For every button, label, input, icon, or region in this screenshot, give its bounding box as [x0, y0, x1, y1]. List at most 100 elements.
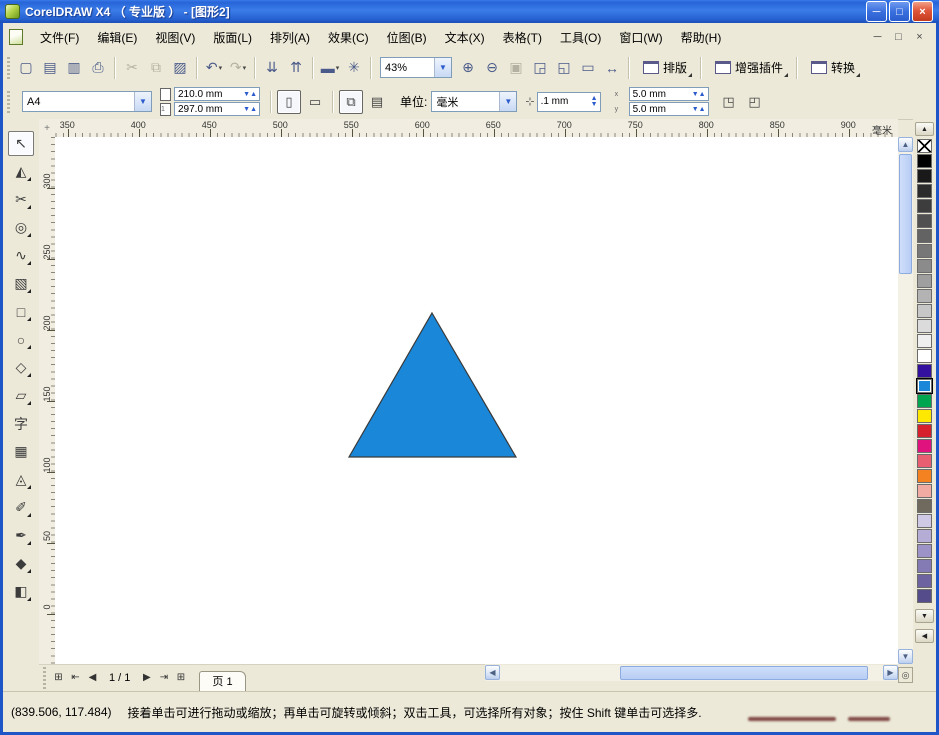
menu-item-5[interactable]: 排列(A)	[261, 25, 319, 50]
snap-to-grid-button[interactable]: ◳	[717, 90, 741, 114]
chevron-down-icon[interactable]: ▼	[134, 92, 151, 111]
import-icon[interactable]: ⇊	[260, 56, 284, 80]
navigator-icon[interactable]: ◎	[898, 667, 913, 683]
color-swatch-gray-7[interactable]	[917, 274, 932, 288]
menu-item-11[interactable]: 窗口(W)	[610, 25, 671, 50]
color-swatch-gray-6[interactable]	[917, 259, 932, 273]
color-swatch-taupe[interactable]	[917, 499, 932, 513]
menu-item-9[interactable]: 表格(T)	[494, 25, 551, 50]
scroll-up-icon[interactable]: ▲	[898, 137, 913, 152]
menu-item-1[interactable]: 文件(F)	[31, 25, 88, 50]
color-swatch-gray-2[interactable]	[917, 199, 932, 213]
scroll-left-icon[interactable]: ◀	[485, 665, 500, 680]
color-swatch-white[interactable]	[917, 349, 932, 363]
toolbar-grip[interactable]	[7, 57, 10, 79]
add-page-icon[interactable]: ⊞	[50, 669, 67, 687]
interactive-fill-tool-icon[interactable]: ◧	[8, 579, 34, 604]
chevron-down-icon[interactable]: ▾	[336, 64, 340, 72]
title-bar[interactable]: CorelDRAW X4 （ 专业版 ） - [图形2] ─□×	[0, 0, 939, 23]
document-icon[interactable]	[9, 29, 23, 45]
plugin-button-1[interactable]: 排版	[636, 56, 694, 79]
menu-item-3[interactable]: 视图(V)	[146, 25, 204, 50]
color-swatch-lavender-2[interactable]	[917, 529, 932, 543]
color-swatch-black[interactable]	[917, 154, 932, 168]
triangle-shape[interactable]	[349, 313, 516, 457]
treat-as-filled-button[interactable]: ◰	[743, 90, 767, 114]
scrollbar-thumb[interactable]	[620, 666, 868, 680]
eyedropper-tool-icon[interactable]: ✐	[8, 495, 34, 520]
color-swatch-lavender-1[interactable]	[917, 514, 932, 528]
palette-scroll-up-icon[interactable]: ▲	[915, 122, 934, 136]
polygon-tool-icon[interactable]: ◇	[8, 355, 34, 380]
color-swatch-magenta[interactable]	[917, 439, 932, 453]
menu-item-10[interactable]: 工具(O)	[551, 25, 610, 50]
undo-icon[interactable]: ↶▾	[202, 56, 226, 80]
basic-shapes-tool-icon[interactable]: ▱	[8, 383, 34, 408]
outline-pen-tool-icon[interactable]: ✒	[8, 523, 34, 548]
color-swatch-gray-1[interactable]	[917, 184, 932, 198]
spinner-arrows-icon[interactable]: ▼▲	[692, 106, 708, 113]
color-swatch-green[interactable]	[917, 394, 932, 408]
ruler-origin-button[interactable]: +	[39, 119, 56, 138]
text-tool-icon[interactable]: 字	[8, 411, 34, 436]
smart-fill-tool-icon[interactable]: ▧	[8, 271, 34, 296]
color-swatch-pink-red[interactable]	[917, 454, 932, 468]
spinner-arrows-icon[interactable]: ▼▲	[243, 106, 259, 113]
vertical-ruler[interactable]: 300250200150100500	[39, 137, 56, 664]
toolbar-grip[interactable]	[7, 91, 10, 113]
menu-item-4[interactable]: 版面(L)	[204, 25, 261, 50]
child-close-button[interactable]: ×	[911, 30, 928, 45]
vertical-scrollbar[interactable]: ▲ ▼	[898, 137, 913, 664]
next-page-icon[interactable]: ▶	[138, 669, 155, 687]
export-icon[interactable]: ⇈	[284, 56, 308, 80]
color-swatch-90-black[interactable]	[917, 169, 932, 183]
color-swatch-lavender-3[interactable]	[917, 544, 932, 558]
plugin-button-2[interactable]: 增强插件	[708, 56, 790, 79]
zoom-in-icon[interactable]: ⊕	[456, 56, 480, 80]
menu-item-6[interactable]: 效果(C)	[319, 25, 378, 50]
color-swatch-gray-8[interactable]	[917, 289, 932, 303]
table-tool-icon[interactable]: ▦	[8, 439, 34, 464]
color-swatch-gray-5[interactable]	[917, 244, 932, 258]
spinner-arrows-icon[interactable]: ▲▼	[591, 96, 600, 107]
new-icon[interactable]: ▢	[14, 56, 38, 80]
color-swatch-gray-10[interactable]	[917, 319, 932, 333]
color-swatch-orange[interactable]	[917, 469, 932, 483]
color-swatch-blue[interactable]	[917, 379, 932, 393]
page-tab[interactable]: 页 1	[199, 671, 245, 691]
zoom-to-width-icon[interactable]: ↔	[600, 56, 624, 80]
color-swatch-lavender-4[interactable]	[917, 559, 932, 573]
spinner-arrows-icon[interactable]: ▼▲	[243, 91, 259, 98]
last-page-icon[interactable]: ⇥	[155, 669, 172, 687]
color-swatch-lavender-5[interactable]	[917, 574, 932, 588]
fill-tool-icon[interactable]: ◆	[8, 551, 34, 576]
zoom-out-icon[interactable]: ⊖	[480, 56, 504, 80]
prev-page-icon[interactable]: ◀	[84, 669, 101, 687]
menu-item-8[interactable]: 文本(X)	[436, 25, 494, 50]
zoom-to-all-icon[interactable]: ◱	[552, 56, 576, 80]
color-swatch-yellow[interactable]	[917, 409, 932, 423]
color-swatch-gray-9[interactable]	[917, 304, 932, 318]
ellipse-tool-icon[interactable]: ○	[8, 327, 34, 352]
close-button[interactable]: ×	[912, 1, 933, 22]
color-swatch-gray-11[interactable]	[917, 334, 932, 348]
color-swatch-violet[interactable]	[917, 364, 932, 378]
first-page-icon[interactable]: ⇤	[67, 669, 84, 687]
menu-item-2[interactable]: 编辑(E)	[88, 25, 146, 50]
units-combo[interactable]: 毫米 ▼	[431, 91, 517, 112]
toolbar-grip[interactable]	[43, 667, 46, 689]
palette-flyout-icon[interactable]: ◀	[915, 629, 934, 643]
paste-icon[interactable]: ▨	[168, 56, 192, 80]
page-width-spinner[interactable]: 210.0 mm ▼▲	[174, 87, 260, 101]
color-swatch-salmon[interactable]	[917, 484, 932, 498]
print-icon[interactable]: ⎙	[86, 56, 110, 80]
application-launcher-icon[interactable]: ▬▾	[318, 56, 342, 80]
interactive-effects-tool-icon[interactable]: ◬	[8, 467, 34, 492]
horizontal-ruler[interactable]: 毫米 350400450500550600650700750800850900	[55, 119, 898, 138]
chevron-down-icon[interactable]: ▾	[219, 64, 223, 72]
landscape-button[interactable]: ▭	[303, 90, 327, 114]
welcome-screen-icon[interactable]: ✳	[342, 56, 366, 80]
zoom-to-page-icon[interactable]: ▭	[576, 56, 600, 80]
open-icon[interactable]: ▤	[38, 56, 62, 80]
scroll-down-icon[interactable]: ▼	[898, 649, 913, 664]
